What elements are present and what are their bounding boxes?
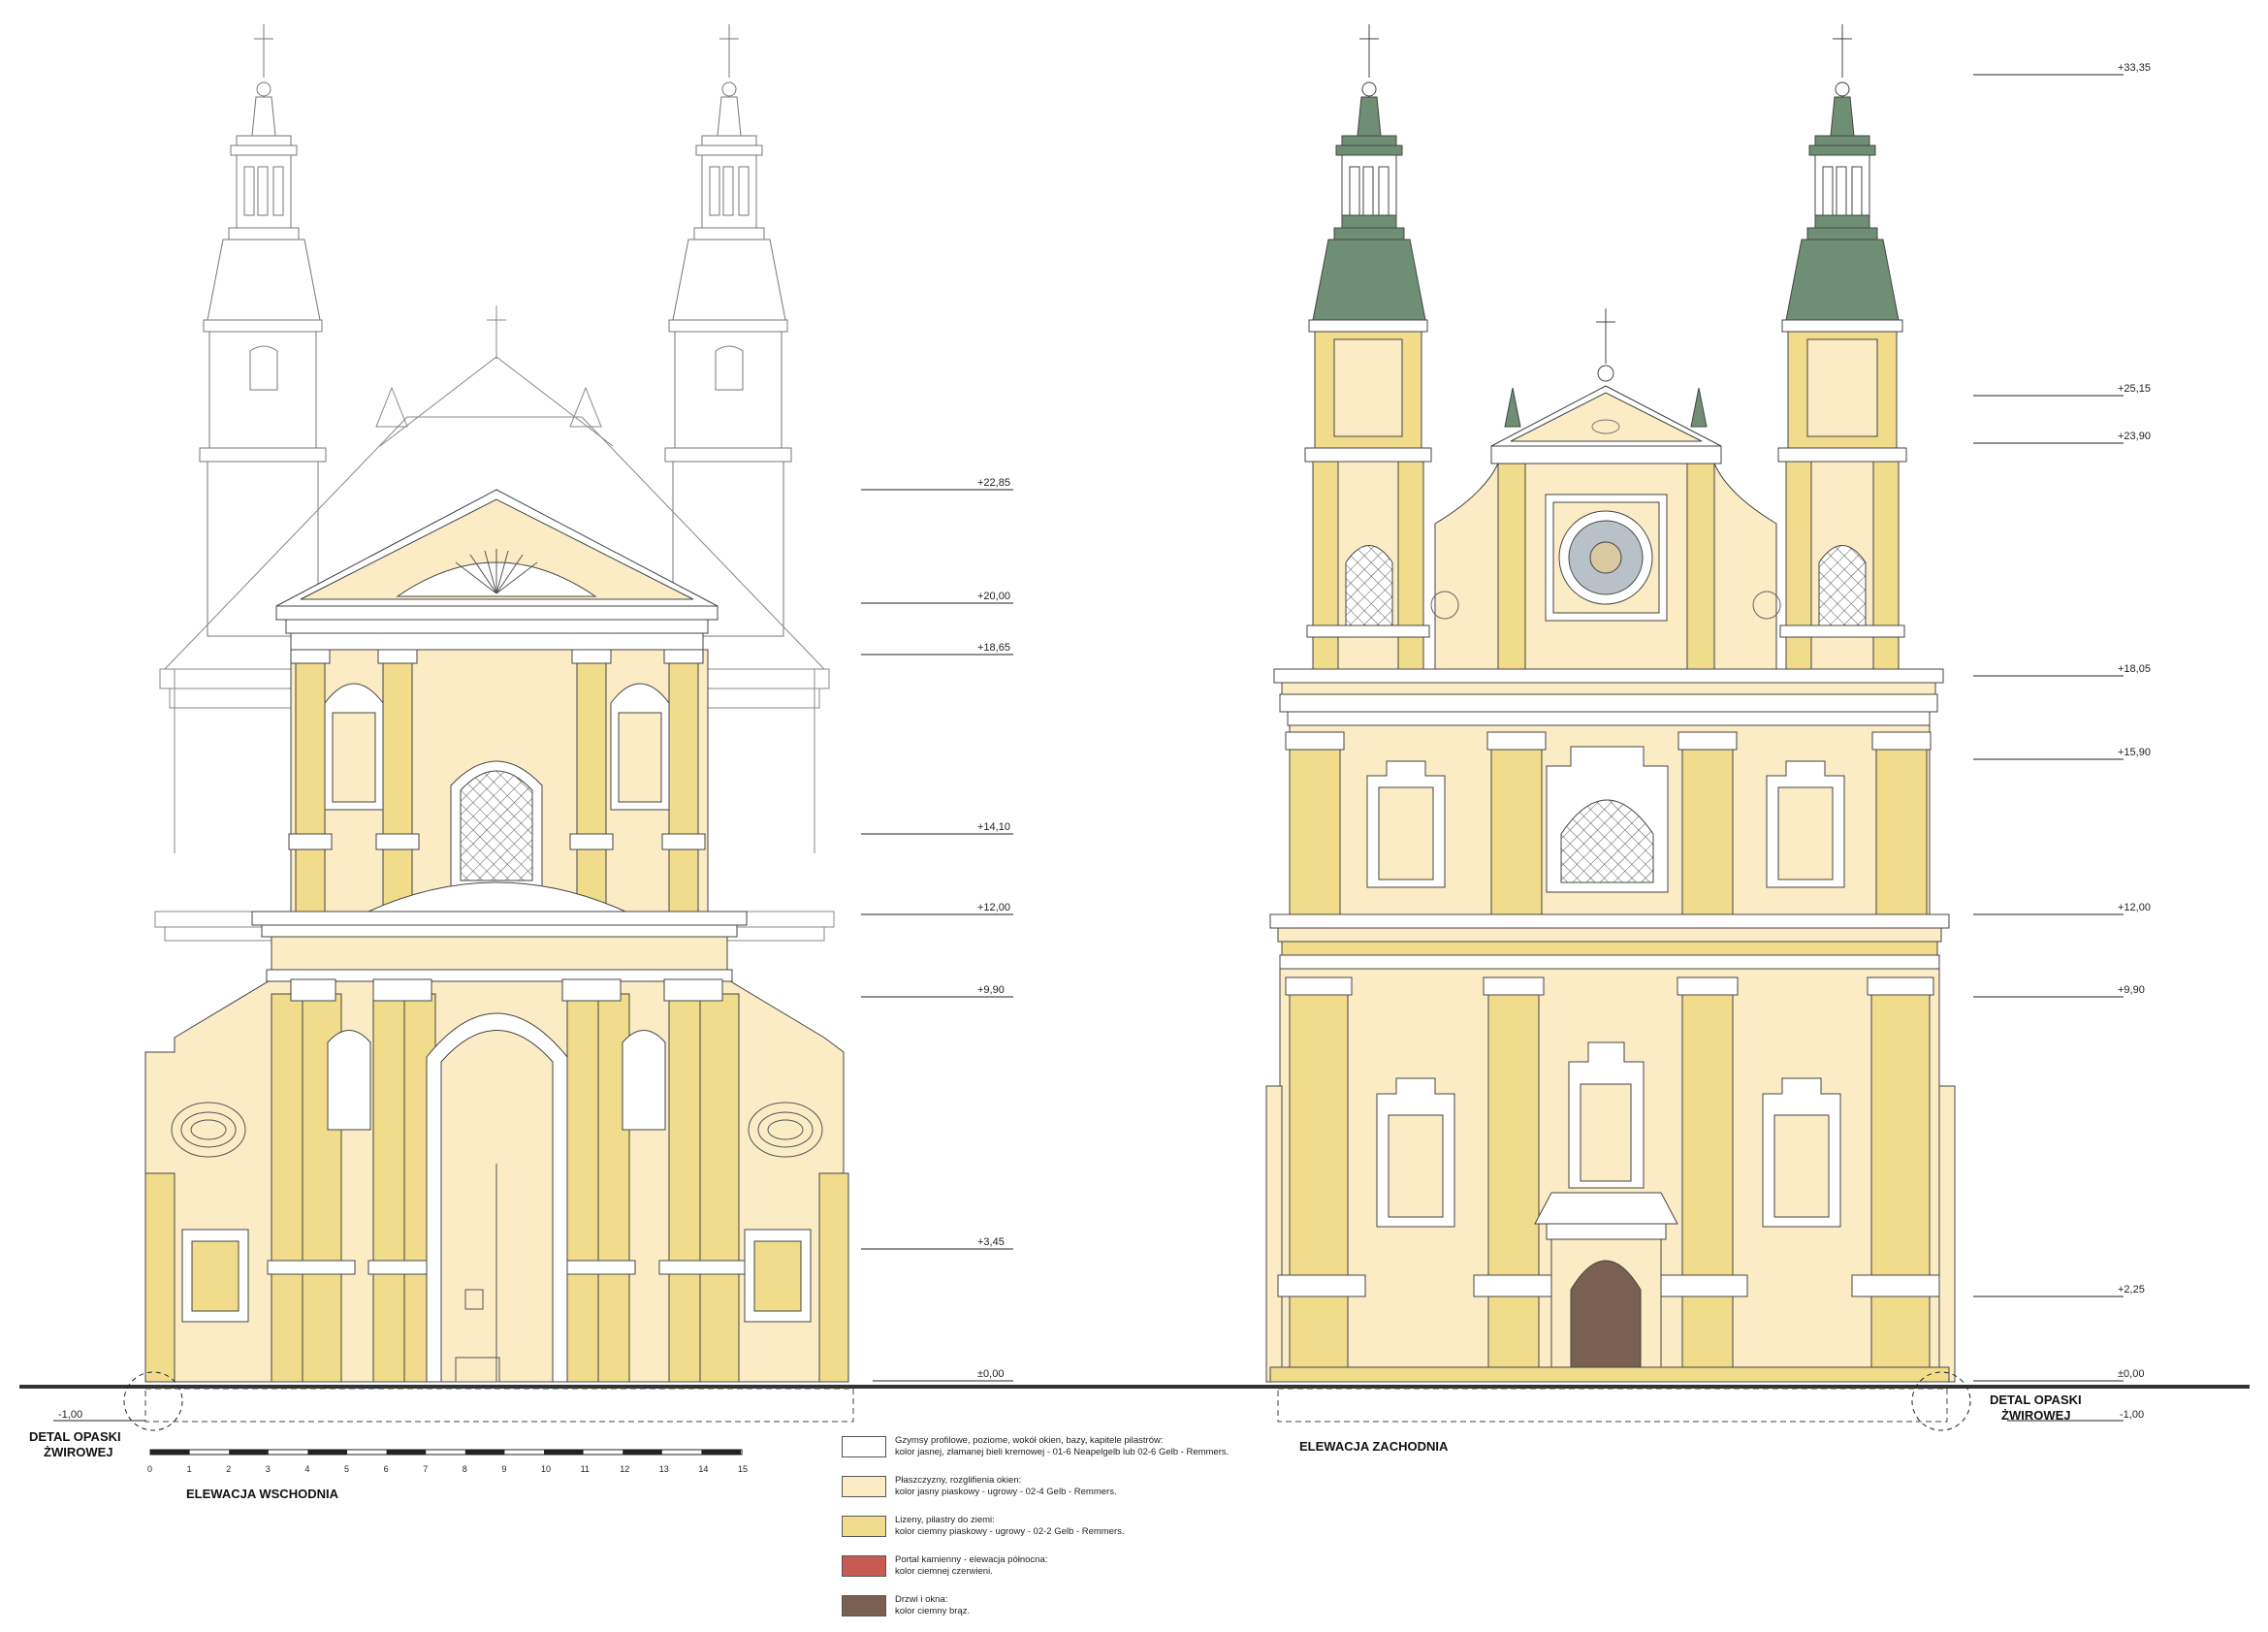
- scale-tick-label: 4: [304, 1464, 309, 1474]
- west-left-tower: [1304, 24, 1432, 676]
- legend-line: Drzwi i okna:: [895, 1594, 948, 1605]
- legend-item: Płaszczyzny, rozglifienia okien: kolor j…: [842, 1473, 1249, 1510]
- scale-tick-label: 3: [266, 1464, 271, 1474]
- scale-segment: [623, 1450, 662, 1455]
- legend-swatch: [842, 1516, 886, 1537]
- legend-line: kolor ciemny brąz.: [895, 1606, 971, 1616]
- scale-tick-label: 13: [659, 1464, 669, 1474]
- level-label: +33,35: [2118, 62, 2151, 74]
- legend-line: kolor ciemny piaskowy - ugrowy - 02-2 Ge…: [895, 1526, 1125, 1537]
- legend-line: Portal kamienny - elewacja północna:: [895, 1554, 1048, 1565]
- east-left-tower-outline: [199, 24, 327, 637]
- legend-line: Płaszczyzny, rozglifienia okien:: [895, 1475, 1022, 1486]
- level-label: +23,90: [2118, 431, 2151, 442]
- level-label: +20,00: [977, 591, 1010, 602]
- west-door: [1570, 1260, 1642, 1383]
- west-portal: [1534, 1192, 1678, 1383]
- scale-tick-label: 9: [501, 1464, 506, 1474]
- scale-tick-label: 0: [147, 1464, 152, 1474]
- scale-tick-label: 14: [698, 1464, 708, 1474]
- level-label: +18,65: [977, 642, 1010, 654]
- legend-item: Gzymsy profilowe, poziome, wokół okien, …: [842, 1433, 1249, 1470]
- level-label: +9,90: [2118, 984, 2145, 996]
- level-label: ±0,00: [2118, 1368, 2144, 1380]
- scale-tick-label: 8: [463, 1464, 467, 1474]
- west-ground-minus: -1,00: [2120, 1409, 2144, 1421]
- scale-segment: [386, 1450, 427, 1455]
- color-legend: Gzymsy profilowe, poziome, wokół okien, …: [842, 1433, 1249, 1632]
- west-detail-label-1: DETAL OPASKI: [1990, 1392, 2082, 1407]
- legend-item: Portal kamienny - elewacja północna: kol…: [842, 1552, 1249, 1589]
- scale-segment: [229, 1450, 269, 1455]
- legend-swatch: [842, 1595, 886, 1616]
- level-label: +2,25: [2118, 1284, 2145, 1296]
- west-gable: [1430, 308, 1781, 670]
- legend-swatch: [842, 1476, 886, 1497]
- scale-segment: [701, 1450, 741, 1455]
- legend-item: Lizeny, pilastry do ziemi: kolor ciemny …: [842, 1513, 1249, 1550]
- scale-tick-label: 5: [344, 1464, 349, 1474]
- legend-line: kolor jasny piaskowy - ugrowy - 02-4 Gel…: [895, 1487, 1117, 1497]
- level-label: +22,85: [977, 477, 1010, 489]
- level-label: +12,00: [977, 902, 1010, 913]
- scale-tick-label: 12: [620, 1464, 629, 1474]
- legend-text: Lizeny, pilastry do ziemi: kolor ciemny …: [895, 1515, 1263, 1538]
- legend-item: Drzwi i okna: kolor ciemny brąz.: [842, 1592, 1249, 1629]
- west-elevation: [1265, 24, 1956, 1383]
- level-label: ±0,00: [977, 1368, 1004, 1380]
- level-label: +15,90: [2118, 747, 2151, 758]
- scale-segment: [544, 1450, 584, 1455]
- level-label: +25,15: [2118, 383, 2151, 395]
- east-title: ELEWACJA WSCHODNIA: [186, 1487, 339, 1501]
- west-right-tower: [1777, 24, 1907, 676]
- legend-line: kolor jasnej, złamanej bieli kremowej - …: [895, 1447, 1230, 1457]
- west-detail-label-2: ŻWIROWEJ: [2001, 1408, 2071, 1423]
- level-label: +9,90: [977, 984, 1005, 996]
- legend-line: Lizeny, pilastry do ziemi:: [895, 1515, 995, 1525]
- scale-segment: [150, 1450, 190, 1455]
- scale-tick-label: 10: [541, 1464, 551, 1474]
- west-level-markers: [1973, 74, 2124, 1422]
- scale-tick-label: 15: [738, 1464, 748, 1474]
- west-title: ELEWACJA ZACHODNIA: [1299, 1439, 1449, 1454]
- level-label: +3,45: [977, 1236, 1005, 1248]
- east-detail-label-2: ŻWIROWEJ: [44, 1445, 113, 1459]
- elevation-drawing: +22,85 +20,00 +18,65 +14,10 +12,00 +9,90 +3,45…: [19, 24, 2250, 1501]
- scale-tick-label: 7: [423, 1464, 428, 1474]
- legend-swatch: [842, 1436, 886, 1457]
- east-elevation: [144, 24, 849, 1383]
- legend-swatch: [842, 1555, 886, 1577]
- level-label: +14,10: [977, 821, 1010, 833]
- scale-tick-label: 2: [226, 1464, 231, 1474]
- scale-segment: [464, 1450, 505, 1455]
- level-label: +18,05: [2118, 663, 2151, 675]
- legend-line: kolor ciemnej czerwieni.: [895, 1566, 993, 1577]
- scale-tick-label: 6: [384, 1464, 389, 1474]
- scale-segment: [307, 1450, 347, 1455]
- legend-text: Gzymsy profilowe, poziome, wokół okien, …: [895, 1435, 1263, 1458]
- east-right-tower-outline: [664, 24, 792, 637]
- scale-bar: 0 1 2 3 4 5 6 7 8 9 10 11 12 13 14 15: [147, 1449, 748, 1474]
- legend-text: Płaszczyzny, rozglifienia okien: kolor j…: [895, 1475, 1263, 1498]
- east-ground-minus: -1,00: [58, 1409, 82, 1421]
- legend-line: Gzymsy profilowe, poziome, wokół okien, …: [895, 1435, 1164, 1446]
- scale-tick-label: 1: [187, 1464, 192, 1474]
- legend-text: Portal kamienny - elewacja północna: kol…: [895, 1554, 1263, 1578]
- east-detail-label-1: DETAL OPASKI: [29, 1429, 121, 1444]
- scale-tick-label: 11: [581, 1464, 590, 1474]
- level-label: +12,00: [2118, 902, 2151, 913]
- legend-text: Drzwi i okna: kolor ciemny brąz.: [895, 1594, 1263, 1617]
